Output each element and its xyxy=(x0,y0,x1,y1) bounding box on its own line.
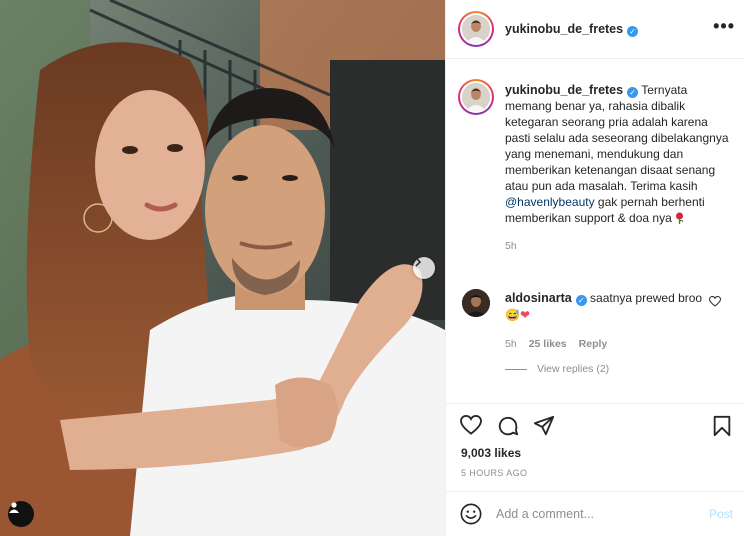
caption-author-avatar[interactable] xyxy=(458,79,494,115)
user-tag-icon xyxy=(9,502,19,513)
comment-emoji-sweat: 😅 xyxy=(505,308,520,322)
like-button[interactable] xyxy=(460,414,482,438)
caption-author-username[interactable]: yukinobu_de_fretes xyxy=(505,83,623,97)
comment-like-button[interactable] xyxy=(708,295,722,310)
comment-reply-button[interactable]: Reply xyxy=(579,336,608,353)
post-comment-button[interactable]: Post xyxy=(709,507,733,521)
more-options-button[interactable]: ••• xyxy=(713,17,735,35)
author-name-row: yukinobu_de_fretes ✓ xyxy=(505,22,639,37)
add-comment-bar: Post xyxy=(446,491,744,536)
emoji-icon xyxy=(460,503,482,525)
view-replies-line xyxy=(505,368,527,370)
comment-text: saatnya prewed broo xyxy=(590,291,703,305)
heart-icon xyxy=(460,414,482,435)
emoji-picker-button[interactable] xyxy=(460,503,482,528)
chevron-right-icon xyxy=(415,257,422,267)
next-photo-button[interactable] xyxy=(413,257,435,279)
share-button[interactable] xyxy=(533,415,555,440)
comment-button[interactable] xyxy=(497,415,519,440)
comments-list: yukinobu_de_fretes ✓ Ternyata memang bena… xyxy=(446,60,744,403)
author-username[interactable]: yukinobu_de_fretes xyxy=(505,22,623,36)
tagged-users-button[interactable] xyxy=(8,501,34,527)
comment-likes-link[interactable]: 25 likes xyxy=(529,336,567,353)
heart-icon xyxy=(708,295,722,307)
caption-timestamp: 5h xyxy=(505,240,517,252)
comment-emoji-heart: ❤ xyxy=(519,308,531,322)
comment-icon xyxy=(498,416,519,436)
bookmark-icon xyxy=(713,415,731,437)
comment-item: aldosinarta ✓ saatnya prewed broo 😅❤ 5h 2… xyxy=(505,290,705,353)
view-replies-label: View replies (2) xyxy=(537,363,610,375)
post-photo[interactable] xyxy=(0,0,445,536)
verified-badge-icon: ✓ xyxy=(627,87,639,98)
comment-timestamp: 5h xyxy=(505,338,517,350)
commenter-username[interactable]: aldosinarta xyxy=(505,291,572,305)
rose-icon xyxy=(676,212,684,224)
post-side-panel: yukinobu_de_fretes ✓ ••• yukinobu_de_fret… xyxy=(445,0,744,536)
couple-photo-illustration xyxy=(0,0,445,536)
likes-count[interactable]: 9,003 likes xyxy=(461,446,521,460)
post-caption: yukinobu_de_fretes ✓ Ternyata memang bena… xyxy=(505,82,735,254)
caption-mention-link[interactable]: @havenlybeauty xyxy=(505,195,595,209)
author-avatar[interactable] xyxy=(458,11,494,47)
instagram-post-view: yukinobu_de_fretes ✓ ••• yukinobu_de_fret… xyxy=(0,0,744,536)
post-header: yukinobu_de_fretes ✓ ••• xyxy=(446,0,744,59)
author-avatar-image xyxy=(462,15,490,43)
view-replies-button[interactable]: View replies (2) xyxy=(505,363,609,375)
caption-avatar-image xyxy=(462,83,490,111)
post-timestamp: 5 HOURS AGO xyxy=(461,468,528,478)
post-actions: 9,003 likes 5 HOURS AGO xyxy=(446,403,744,491)
share-icon xyxy=(533,415,555,436)
comment-meta-row: 5h 25 likes Reply xyxy=(505,336,705,353)
add-comment-input[interactable] xyxy=(496,504,696,524)
commenter-avatar-image xyxy=(462,289,490,317)
verified-badge-icon: ✓ xyxy=(627,26,639,37)
verified-badge-icon: ✓ xyxy=(575,295,587,306)
commenter-avatar[interactable] xyxy=(462,289,490,317)
caption-text: Ternyata memang benar ya, rahasia dibali… xyxy=(505,83,729,193)
save-button[interactable] xyxy=(712,415,732,440)
